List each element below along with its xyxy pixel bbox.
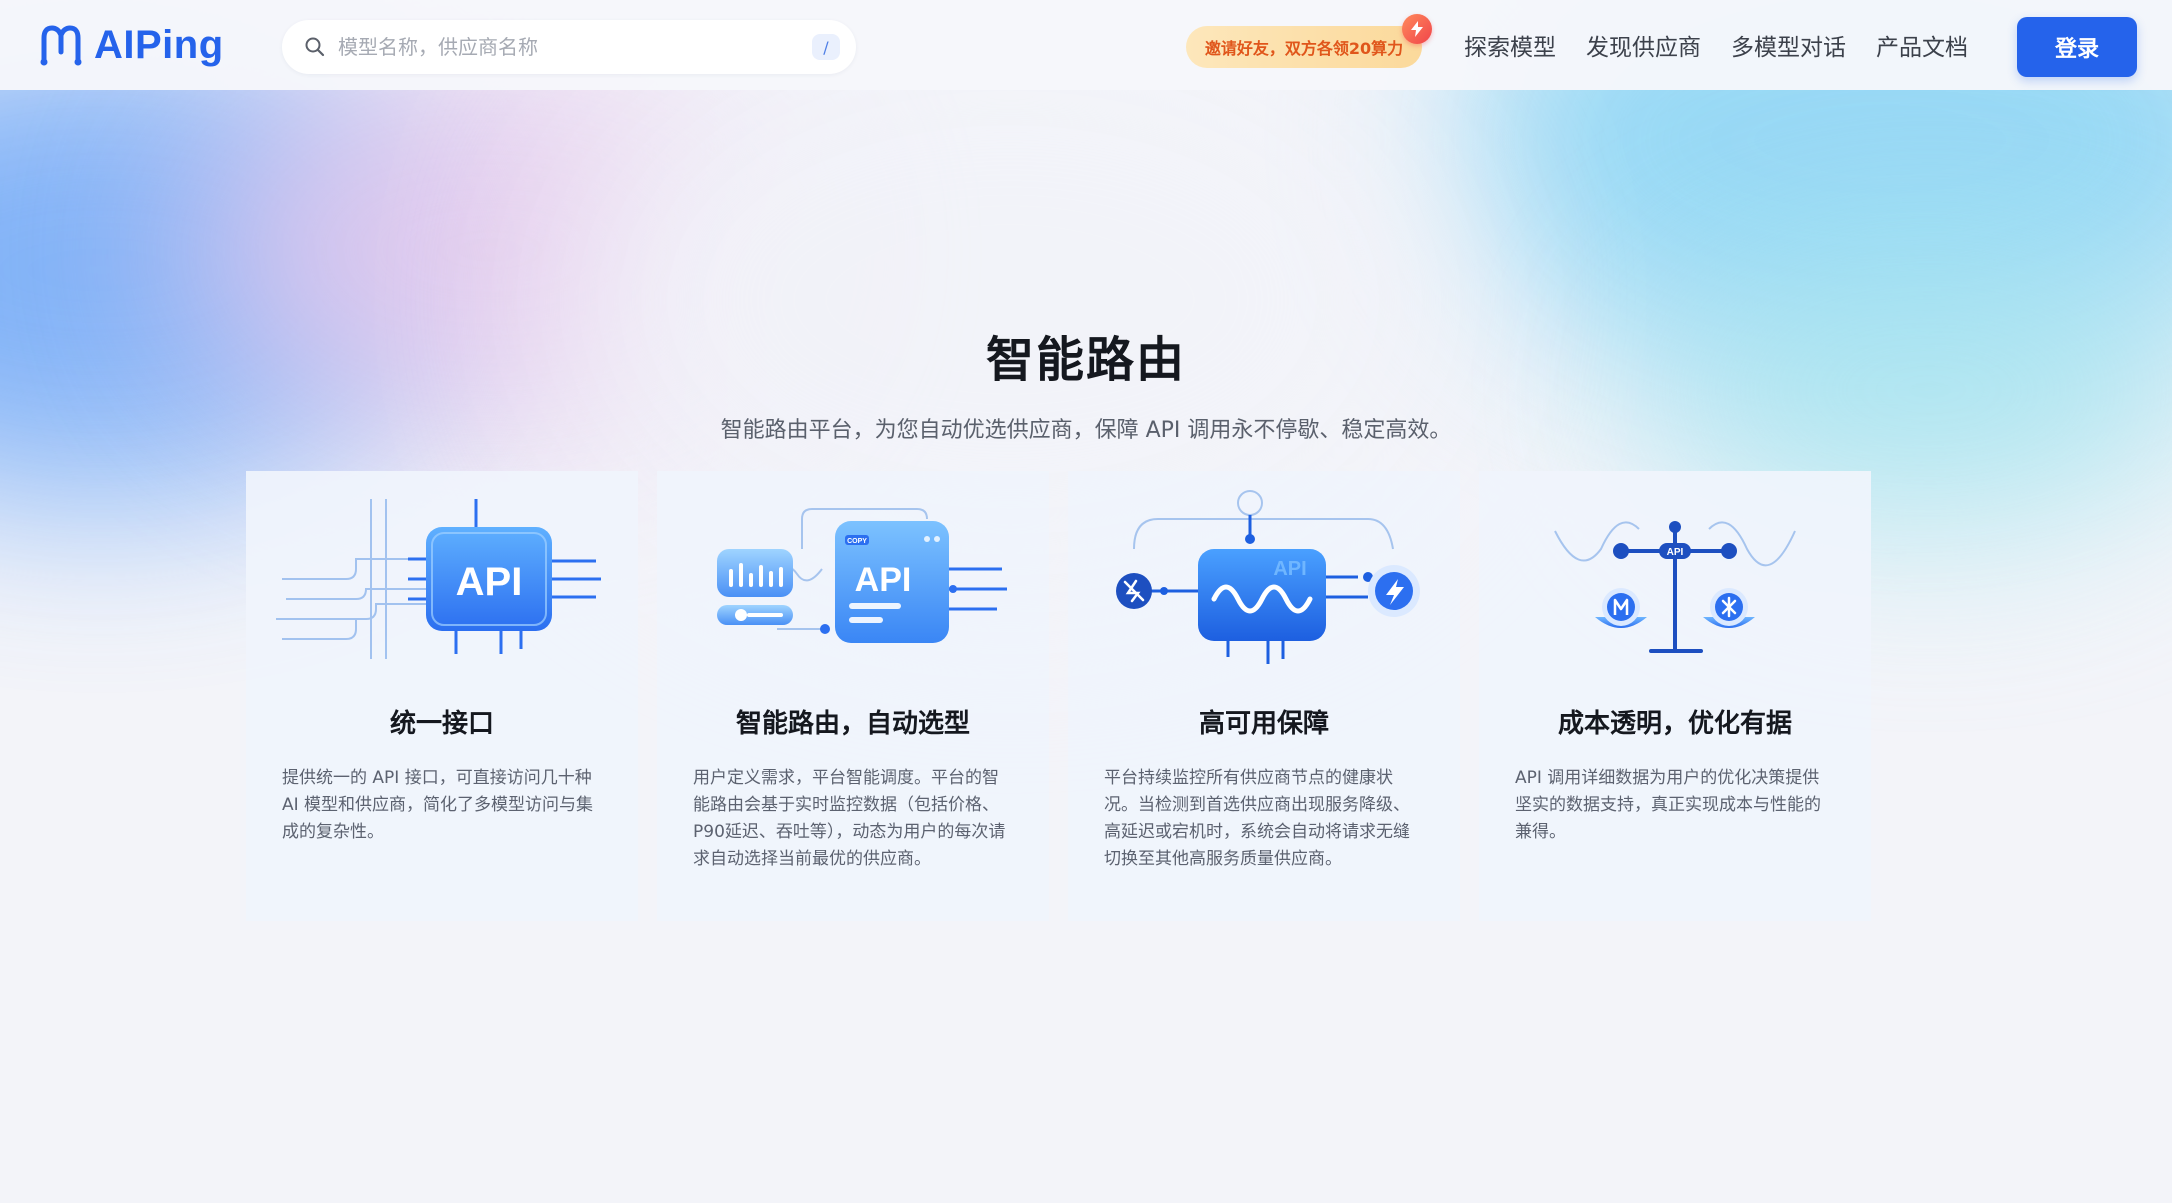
api-chip-icon: API [276,499,601,659]
api-failover-icon: API [1116,490,1420,664]
card-title: 统一接口 [389,709,494,739]
feature-card-smart-routing: COPY API 智能路由，自动选型 用户定义需求，平台智能调度。平台的智能路由… [657,471,1049,921]
feature-card-high-availability: API 高可用保障 平台持续监控所有供应商节点的健康状况。当检测到首选供应商出现… [1068,471,1460,921]
api-balance-icon: API [1554,521,1796,653]
card-description: 平台持续监控所有供应商节点的健康状况。当检测到首选供应商出现服务降级、高延迟或宕… [1104,768,1410,869]
page-subtitle: 智能路由平台，为您自动优选供应商，保障 API 调用永不停歇、稳定高效。 [720,418,1452,443]
api-routing-icon: COPY API [717,508,1007,643]
logo[interactable]: AIPing [38,22,224,68]
feature-card-cost-transparency: API 成本透明，优化有据 API 调用详细数据为用户的优化决策提供坚实的数据支… [1479,471,1871,921]
login-button[interactable]: 登录 [2017,17,2137,77]
top-navbar: AIPing / 邀请好友，双方各领20算力 探索模型 发现供应商 多模型对话 … [0,0,2172,90]
card-title: 高可用保障 [1198,709,1329,739]
feature-cards: API 统一接口 提供统一的 API 接口，可直接访问几十种 AI 模型和供应商… [246,471,1871,921]
svg-text:API: API [1273,558,1306,580]
svg-text:COPY: COPY [847,538,867,545]
card-title: 成本透明，优化有据 [1557,709,1792,739]
hero-section: 智能路由 智能路由平台，为您自动优选供应商，保障 API 调用永不停歇、稳定高效… [0,320,2172,444]
invite-promo-text: 邀请好友，双方各领20算力 [1204,39,1404,58]
nav-multi-model-chat[interactable]: 多模型对话 [1731,28,1846,62]
page-title: 智能路由 [985,332,1186,388]
nav-discover-providers[interactable]: 发现供应商 [1586,28,1701,62]
svg-text:API: API [855,561,912,599]
search-icon [302,34,328,60]
feature-card-unified-api: API 统一接口 提供统一的 API 接口，可直接访问几十种 AI 模型和供应商… [246,471,638,921]
svg-text:API: API [456,560,523,604]
nav-product-docs[interactable]: 产品文档 [1876,28,1968,62]
svg-text:API: API [1667,547,1684,558]
search-shortcut-key: / [812,34,840,60]
card-title: 智能路由，自动选型 [735,709,970,739]
main-nav: 探索模型 发现供应商 多模型对话 产品文档 [1464,28,1968,62]
card-description: 提供统一的 API 接口，可直接访问几十种 AI 模型和供应商，简化了多模型访问… [282,768,594,842]
invite-promo-banner[interactable]: 邀请好友，双方各领20算力 [1186,14,1432,68]
card-description: API 调用详细数据为用户的优化决策提供坚实的数据支持，真正实现成本与性能的兼得… [1515,768,1821,842]
logo-text: AIPing [94,22,224,67]
card-description: 用户定义需求，平台智能调度。平台的智能路由会基于实时监控数据（包括价格、P90延… [693,768,1006,869]
search-input[interactable] [338,35,778,59]
lightning-icon [1402,14,1432,44]
nav-explore-models[interactable]: 探索模型 [1464,28,1556,62]
search-box[interactable]: / [282,20,856,74]
logo-icon [40,25,82,66]
